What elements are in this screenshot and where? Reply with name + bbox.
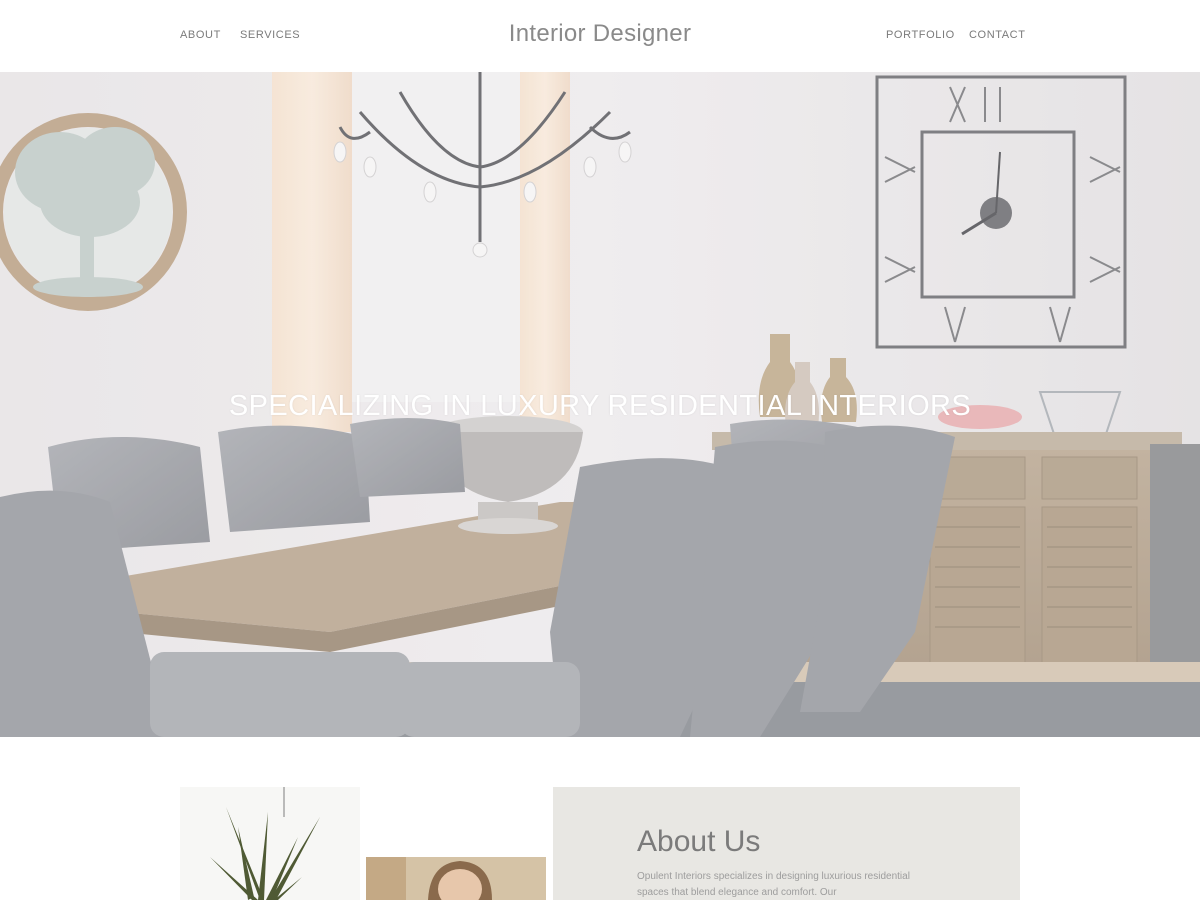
about-title: About Us [637, 825, 761, 858]
nav-contact[interactable]: CONTACT [969, 29, 1026, 41]
portrait-photo [366, 857, 546, 900]
site-header: ABOUT SERVICES Interior Designer PORTFOL… [0, 0, 1200, 72]
about-body: Opulent Interiors specializes in designi… [637, 871, 910, 898]
about-panel: About Us Opulent Interiors specializes i… [553, 787, 1020, 900]
hero-section: SPECIALIZING IN LUXURY RESIDENTIAL INTER… [0, 72, 1200, 737]
hero-tagline: SPECIALIZING IN LUXURY RESIDENTIAL INTER… [228, 390, 972, 422]
plant-photo [180, 787, 360, 900]
nav-portfolio[interactable]: PORTFOLIO [886, 29, 955, 41]
